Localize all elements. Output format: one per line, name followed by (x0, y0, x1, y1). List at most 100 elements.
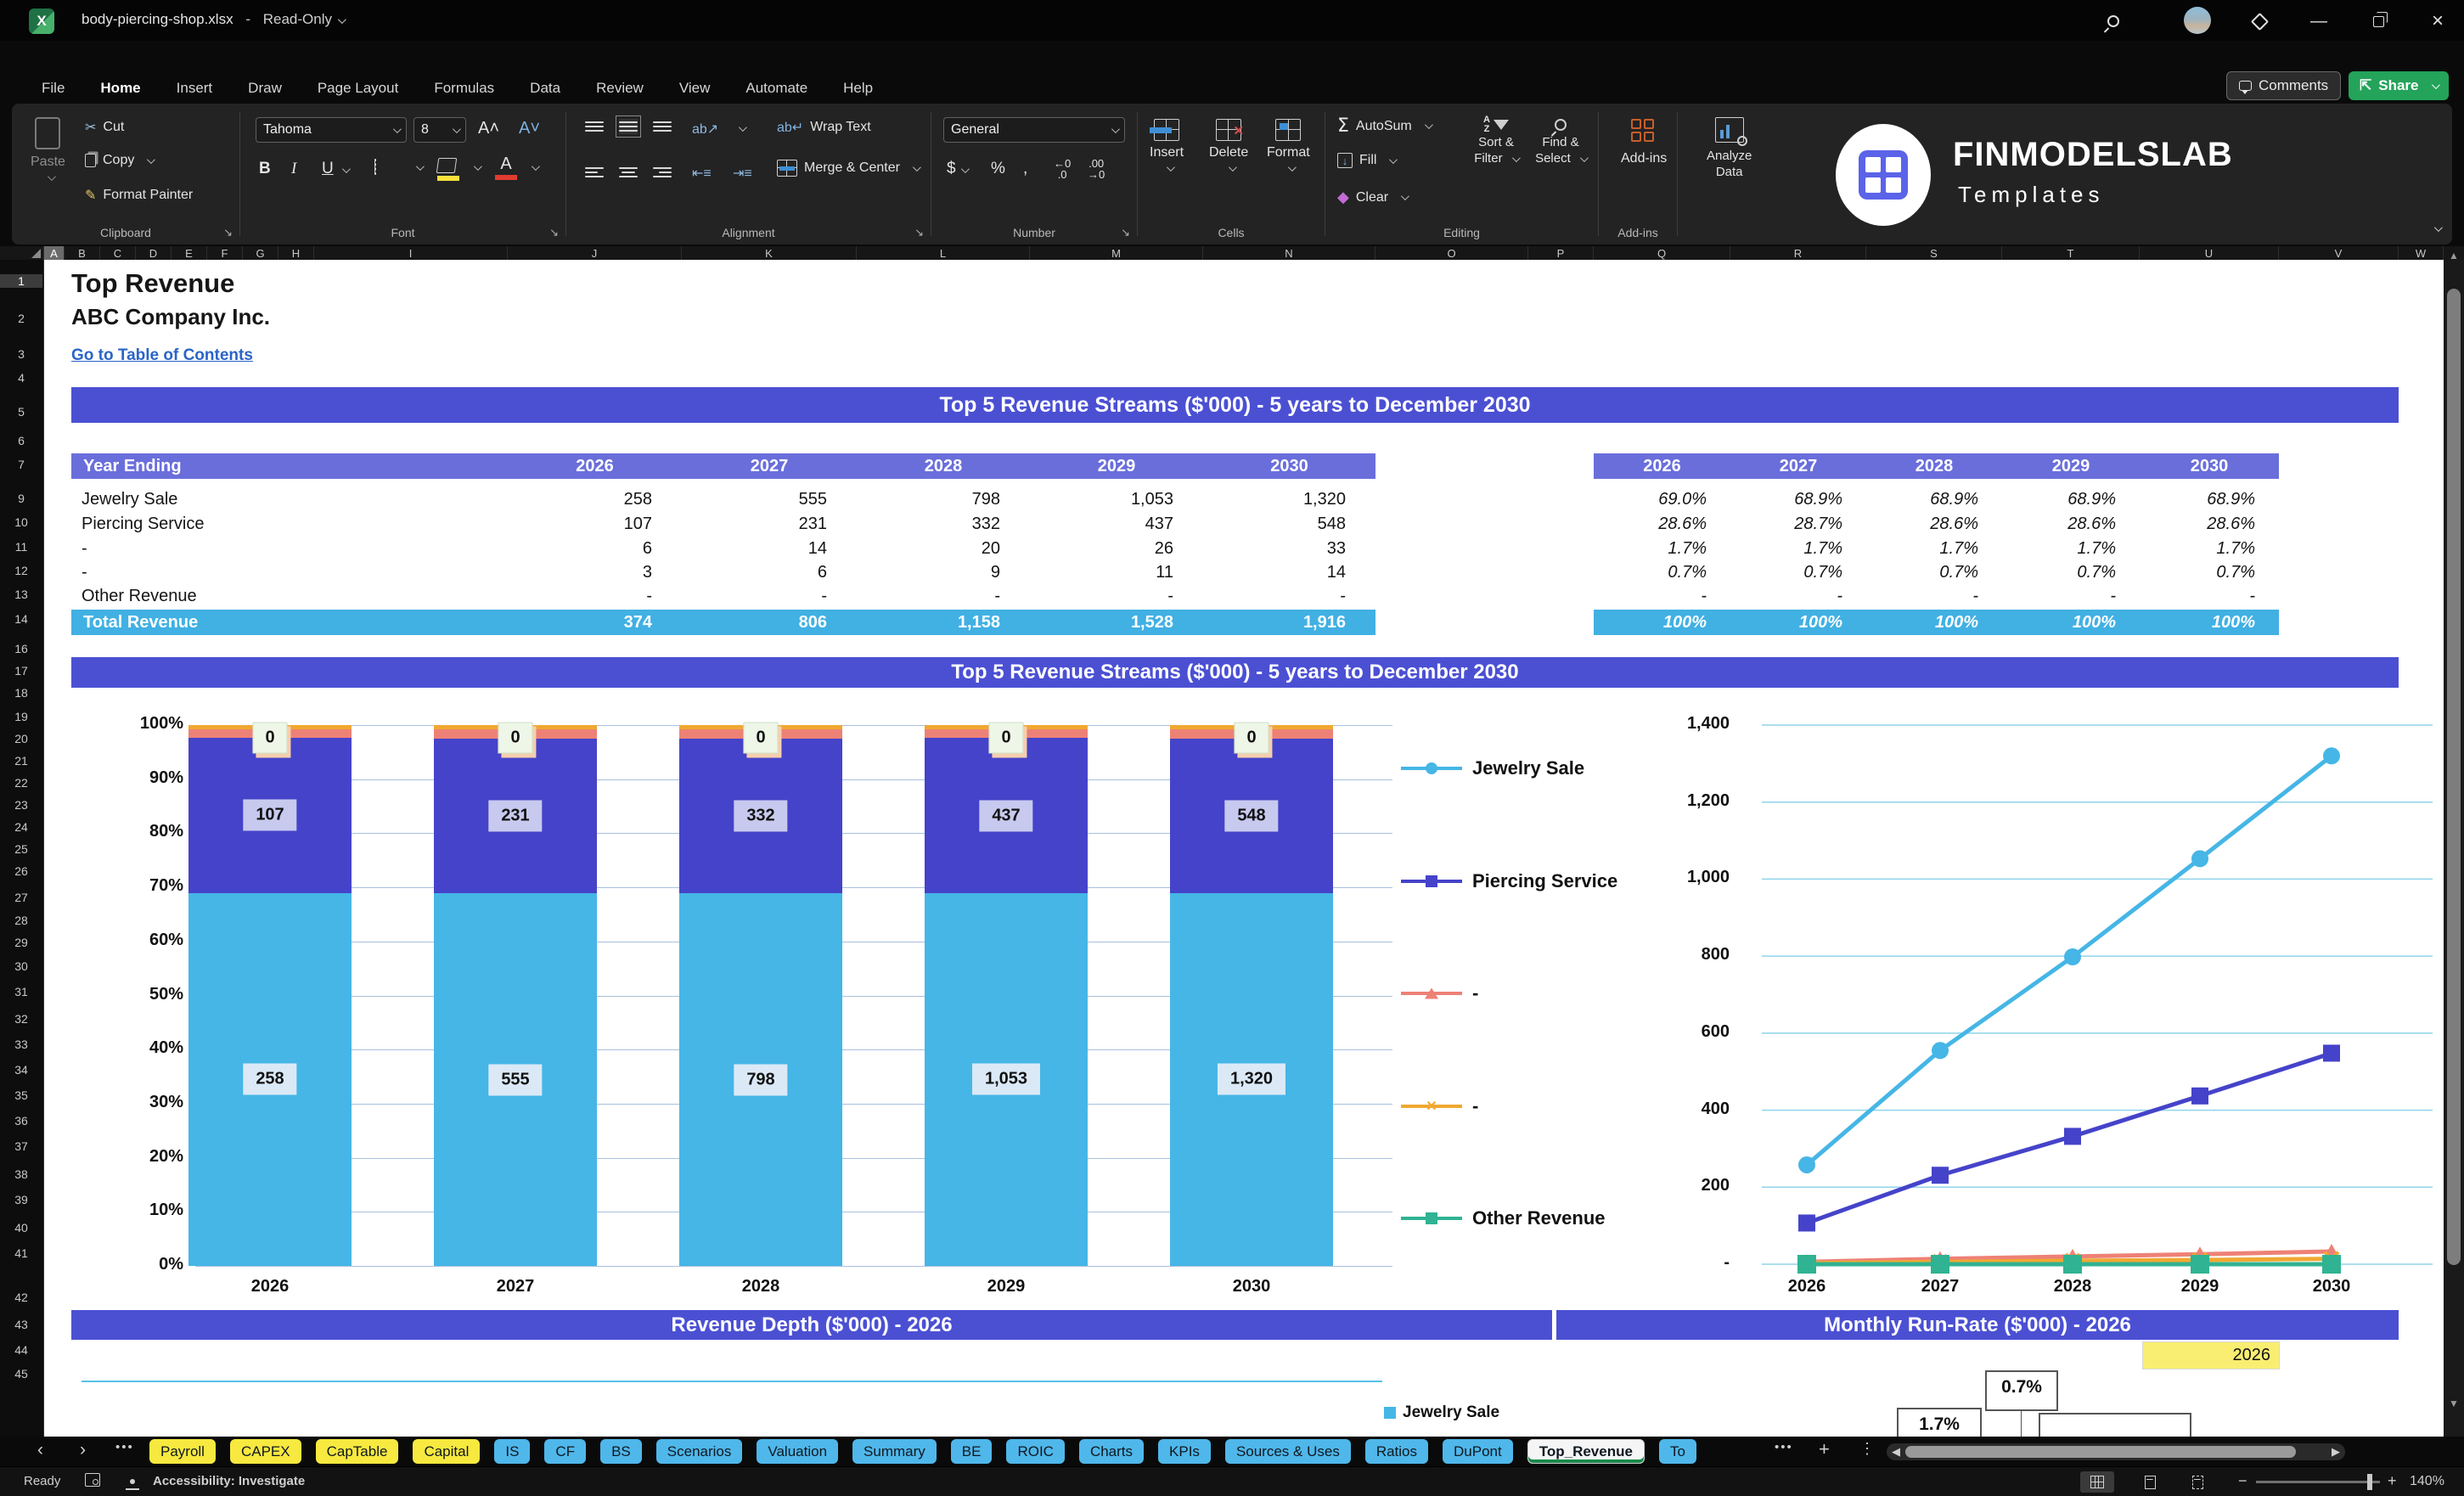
clear-button[interactable]: ◆ Clear (1337, 188, 1409, 206)
column-header-V[interactable]: V (2279, 246, 2399, 260)
column-header-N[interactable]: N (1203, 246, 1375, 260)
column-header-J[interactable]: J (508, 246, 682, 260)
close-button[interactable]: × (2427, 9, 2449, 32)
row-header-19[interactable]: 19 (0, 710, 42, 723)
legend-item[interactable]: ✕ - (1401, 1095, 1478, 1117)
increase-indent-button[interactable]: ⇥≡ (733, 165, 752, 182)
dialog-launcher-icon[interactable]: ↘ (223, 226, 233, 239)
row-header-39[interactable]: 39 (0, 1193, 42, 1206)
sort-filter-button[interactable]: AZ Sort & Filter (1466, 115, 1526, 166)
fill-color-dropdown[interactable] (468, 160, 482, 175)
row-header-2[interactable]: 2 (0, 312, 42, 325)
column-header-D[interactable]: D (136, 246, 172, 260)
menu-tab-data[interactable]: Data (512, 76, 578, 100)
menu-tab-automate[interactable]: Automate (728, 76, 825, 100)
grow-font-button[interactable]: A˄ (478, 119, 499, 138)
column-header-M[interactable]: M (1030, 246, 1203, 260)
vertical-scroll-thumb[interactable] (2447, 289, 2461, 1265)
decrease-indent-button[interactable]: ⇤≡ (692, 165, 712, 182)
dialog-launcher-icon[interactable]: ↘ (1121, 226, 1130, 239)
scroll-right-icon[interactable]: ▶ (2332, 1445, 2340, 1459)
sheet-tab-bs[interactable]: BS (600, 1439, 642, 1464)
legend-item[interactable]: Piercing Service (1401, 870, 1617, 892)
row-header-43[interactable]: 43 (0, 1318, 42, 1331)
zoom-in-button[interactable]: + (2388, 1472, 2397, 1490)
column-header-L[interactable]: L (857, 246, 1030, 260)
sheet-tab-kpis[interactable]: KPIs (1158, 1439, 1211, 1464)
search-icon[interactable] (2102, 10, 2124, 32)
horizontal-scrollbar[interactable]: ◀ ▶ (1887, 1443, 2345, 1460)
restore-button[interactable] (2367, 10, 2389, 32)
autosum-button[interactable]: Σ AutoSum (1337, 115, 1433, 137)
font-color-button[interactable]: A (495, 155, 517, 180)
runrate-year-cell[interactable]: 2026 (2142, 1341, 2280, 1369)
delete-cells-button[interactable]: ✕ Delete (1209, 119, 1248, 176)
legend-item[interactable]: Other Revenue (1401, 1207, 1606, 1229)
row-header-13[interactable]: 13 (0, 588, 42, 601)
sheet-canvas[interactable]: Top Revenue ABC Company Inc. Go to Table… (44, 260, 2444, 1437)
row-header-1[interactable]: 1 (0, 274, 42, 288)
row-header-34[interactable]: 34 (0, 1063, 42, 1077)
page-layout-view-button[interactable] (2133, 1471, 2167, 1493)
row-header-4[interactable]: 4 (0, 371, 42, 385)
row-header-16[interactable]: 16 (0, 642, 42, 655)
increase-decimal-button[interactable]: ←0.0 (1054, 158, 1071, 180)
row-header-42[interactable]: 42 (0, 1291, 42, 1304)
read-only-badge[interactable]: Read-Only (263, 11, 332, 27)
row-header-38[interactable]: 38 (0, 1167, 42, 1181)
decrease-decimal-button[interactable]: .00 →0 (1088, 158, 1105, 180)
orientation-dropdown[interactable] (738, 123, 747, 132)
format-cells-button[interactable]: Format (1267, 119, 1310, 176)
sheet-tab-top-revenue[interactable]: Top_Revenue (1527, 1439, 1645, 1464)
wrap-text-button[interactable]: ab↵ Wrap Text (777, 119, 871, 136)
share-button[interactable]: ⇱ Share (2349, 71, 2449, 100)
comma-format-button[interactable]: , (1023, 160, 1027, 178)
scroll-up-icon[interactable]: ▲ (2449, 250, 2459, 262)
dialog-launcher-icon[interactable]: ↘ (549, 226, 559, 239)
number-format-select[interactable]: General (943, 117, 1125, 143)
sheet-tab-charts[interactable]: Charts (1078, 1439, 1145, 1464)
column-header-W[interactable]: W (2399, 246, 2444, 260)
premium-gem-icon[interactable] (2248, 10, 2270, 32)
legend-item[interactable]: - (1401, 982, 1478, 1004)
menu-tab-page-layout[interactable]: Page Layout (300, 76, 416, 100)
align-right-button[interactable] (653, 165, 672, 180)
align-top-button[interactable] (585, 119, 604, 134)
column-header-T[interactable]: T (2002, 246, 2140, 260)
normal-view-button[interactable] (2080, 1471, 2114, 1493)
sheet-tab-captable[interactable]: CapTable (315, 1439, 399, 1464)
font-name-select[interactable]: Tahoma (256, 117, 407, 143)
row-header-27[interactable]: 27 (0, 891, 42, 904)
sheet-tab-payroll[interactable]: Payroll (149, 1439, 216, 1464)
row-header-29[interactable]: 29 (0, 936, 42, 949)
row-header-24[interactable]: 24 (0, 820, 42, 834)
borders-dropdown[interactable] (410, 160, 425, 175)
menu-tab-review[interactable]: Review (578, 76, 661, 100)
row-header-30[interactable]: 30 (0, 959, 42, 973)
tab-options-icon[interactable]: ⋮ (1859, 1440, 1875, 1458)
column-header-S[interactable]: S (1866, 246, 2002, 260)
collapse-ribbon-icon[interactable] (2428, 221, 2443, 236)
column-header-G[interactable]: G (243, 246, 278, 260)
sheet-tab-roic[interactable]: ROIC (1006, 1439, 1065, 1464)
insert-cells-button[interactable]: Insert (1150, 119, 1184, 176)
percent-format-button[interactable]: % (991, 160, 1005, 178)
sheet-tab-sources-uses[interactable]: Sources & Uses (1224, 1439, 1351, 1464)
row-header-18[interactable]: 18 (0, 686, 42, 700)
sheet-tab-is[interactable]: IS (494, 1439, 531, 1464)
column-header-U[interactable]: U (2140, 246, 2279, 260)
zoom-slider[interactable] (2256, 1481, 2380, 1483)
next-sheet-button[interactable]: › (80, 1440, 86, 1460)
column-header-H[interactable]: H (278, 246, 314, 260)
align-center-button[interactable] (619, 165, 638, 180)
copy-button[interactable]: Copy (85, 153, 156, 168)
sheet-tab-scenarios[interactable]: Scenarios (655, 1439, 743, 1464)
zoom-out-button[interactable]: − (2238, 1472, 2247, 1490)
align-left-button[interactable] (585, 165, 604, 180)
row-headers[interactable]: 1 2 3 4 5 6 7 9 10 11 12 13 14 16 17 18 19 20 21 22 23 24 25 26… (0, 260, 44, 1437)
minimize-button[interactable]: — (2308, 10, 2330, 32)
dialog-launcher-icon[interactable]: ↘ (914, 226, 924, 239)
row-header-31[interactable]: 31 (0, 985, 42, 998)
row-header-23[interactable]: 23 (0, 798, 42, 812)
row-header-22[interactable]: 22 (0, 776, 42, 790)
